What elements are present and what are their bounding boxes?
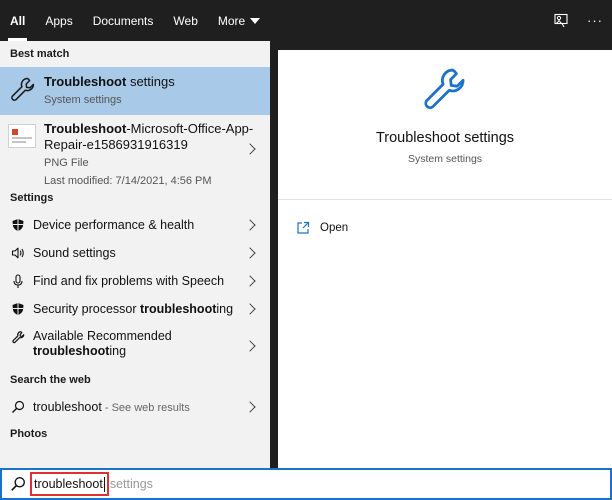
settings-item-label: Sound settings [33,246,116,260]
tab-web-label: Web [173,13,198,28]
file-result-type: PNG File [44,157,89,169]
settings-item-label: Find and fix problems with Speech [33,274,225,288]
label-bold: troubleshoot [33,344,110,358]
open-label: Open [320,222,349,234]
open-action[interactable]: Open [278,214,612,242]
chevron-right-icon[interactable] [244,219,256,231]
best-match-text: Troubleshoot settings System settings [44,73,175,106]
chevron-right-icon[interactable] [244,303,256,315]
shield-icon [10,301,26,317]
web-result-label: troubleshoot - See web results [33,400,190,414]
label-part: Available Recommended [33,329,172,343]
search-typed: troubleshoot [34,476,103,491]
file-result-text: Troubleshoot-Microsoft-Office-App-Repair… [44,121,262,187]
file-result-modified: Last modified: 7/14/2021, 4:56 PM [44,175,212,187]
chevron-down-icon [250,17,261,24]
chevron-right-icon[interactable] [244,247,256,259]
label-part: ing [109,344,127,358]
file-result-title: Troubleshoot-Microsoft-Office-App-Repair… [44,121,262,153]
settings-item-label: Security processor troubleshooting [33,302,233,316]
wrench-icon [10,329,26,345]
tab-web[interactable]: Web [163,0,207,41]
best-match-title-rest: settings [126,74,175,89]
tab-apps[interactable]: Apps [35,0,82,41]
web-search-result[interactable]: troubleshoot - See web results [0,393,270,421]
search-icon [11,477,25,491]
text-caret [103,477,105,493]
png-thumbnail-icon [8,124,36,148]
feedback-icon [554,13,568,27]
results-list: Best match Troubleshoot settings System … [0,41,270,468]
search-icon [10,399,26,415]
tab-more[interactable]: More [208,0,270,41]
detail-subtitle: System settings [407,153,483,165]
detail-title: Troubleshoot settings [375,130,515,146]
label-bold: troubleshoot [139,302,217,316]
wrench-icon [424,68,465,110]
settings-item-label: Device performance & health [33,218,195,232]
microphone-icon [10,273,26,289]
chevron-right-icon[interactable] [244,340,256,352]
settings-item-sound[interactable]: Sound settings [0,239,270,267]
best-match-title-bold: Troubleshoot [44,74,127,89]
tab-documents[interactable]: Documents [83,0,164,41]
section-header-search-web: Search the web [10,374,91,386]
label-part: ing [216,302,234,316]
feedback-button[interactable] [544,0,578,41]
settings-item-security-processor[interactable]: Security processor troubleshooting [0,295,270,323]
detail-header: Troubleshoot settings System settings [278,64,612,200]
more-options-icon: ··· [587,13,603,28]
tab-documents-label: Documents [92,13,154,28]
search-box[interactable]: troubleshoot settings [0,468,612,500]
web-query: troubleshoot [33,400,102,414]
search-scope-tabs: All Apps Documents Web More ··· [0,0,612,41]
file-result-title-bold: Troubleshoot [44,121,127,136]
best-match-result[interactable]: Troubleshoot settings System settings [0,67,270,115]
tab-apps-label: Apps [45,13,73,28]
speaker-icon [10,245,26,261]
more-options-button[interactable]: ··· [578,0,612,41]
open-external-icon [297,221,310,234]
section-header-settings: Settings [10,192,54,204]
section-header-photos: Photos [10,428,48,440]
section-header-best-match: Best match [10,48,70,60]
settings-item-recommended-troubleshooting[interactable]: Available Recommended troubleshooting [0,323,270,367]
shield-icon [10,217,26,233]
topbar-actions: ··· [544,0,612,41]
best-match-title: Troubleshoot settings [44,74,175,89]
chevron-right-icon[interactable] [244,275,256,287]
settings-item-device-performance[interactable]: Device performance & health [0,211,270,239]
detail-pane: Troubleshoot settings System settings Op… [278,50,612,468]
web-suffix: - See web results [101,402,190,414]
best-match-subtitle: System settings [44,94,122,106]
label-part: Security processor [33,302,140,316]
settings-item-speech[interactable]: Find and fix problems with Speech [0,267,270,295]
search-query-text[interactable]: troubleshoot [30,471,109,497]
search-autocomplete: settings [109,477,153,491]
chevron-right-icon[interactable] [244,401,256,413]
settings-item-label: Available Recommended troubleshooting [33,329,172,359]
tab-more-label: More [217,13,246,28]
tab-all-label: All [10,13,26,28]
tab-all[interactable]: All [0,0,35,41]
file-result[interactable]: Troubleshoot-Microsoft-Office-App-Repair… [0,115,270,187]
wrench-icon [11,77,35,101]
